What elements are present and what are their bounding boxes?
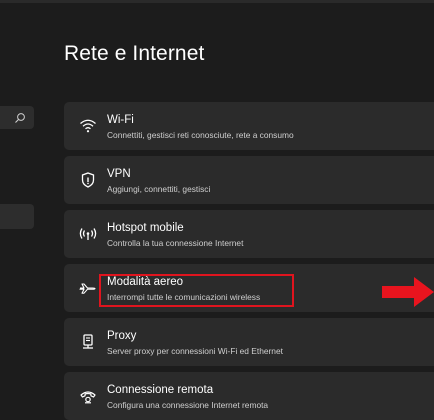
setting-title: Wi-Fi	[107, 114, 134, 126]
setting-title: Connessione remota	[107, 384, 214, 396]
setting-title: Proxy	[107, 330, 137, 342]
setting-card-vpn[interactable]: VPN Aggiungi, connettiti, gestisci	[64, 156, 434, 204]
setting-title: VPN	[107, 168, 131, 180]
search-box[interactable]	[0, 106, 34, 129]
setting-description: Aggiungi, connettiti, gestisci	[107, 184, 211, 194]
airplane-icon	[78, 278, 98, 298]
setting-card-wifi[interactable]: Wi-Fi Connettiti, gestisci reti conosciu…	[64, 102, 434, 150]
wifi-icon	[78, 116, 98, 136]
highlight-box	[99, 274, 294, 307]
hotspot-icon	[78, 224, 98, 244]
proxy-icon	[78, 332, 98, 352]
setting-card-hotspot[interactable]: Hotspot mobile Controlla la tua connessi…	[64, 210, 434, 258]
arrow-right-icon	[382, 277, 434, 307]
setting-description: Connettiti, gestisci reti conosciute, re…	[107, 130, 294, 140]
setting-description: Controlla la tua connessione Internet	[107, 238, 244, 248]
dialup-phone-icon	[78, 386, 98, 406]
search-icon	[15, 113, 25, 123]
setting-description: Configura una connessione Internet remot…	[107, 400, 269, 410]
page-title: Rete e Internet	[64, 42, 205, 65]
setting-description: Server proxy per connessioni Wi-Fi ed Et…	[107, 346, 283, 356]
setting-card-proxy[interactable]: Proxy Server proxy per connessioni Wi-Fi…	[64, 318, 434, 366]
setting-title: Hotspot mobile	[107, 222, 184, 234]
window-top-strip	[0, 0, 434, 3]
nav-item-selected[interactable]	[0, 204, 34, 229]
setting-card-dialup[interactable]: Connessione remota Configura una conness…	[64, 372, 434, 420]
vpn-shield-icon	[78, 170, 98, 190]
